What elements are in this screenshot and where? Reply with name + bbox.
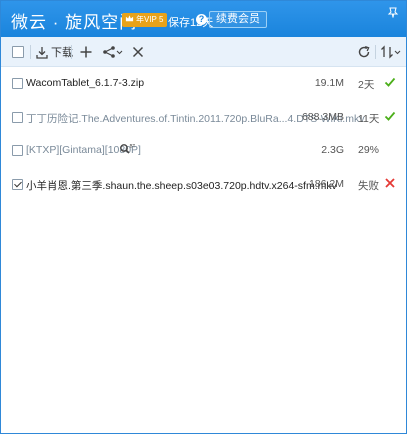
select-all-checkbox[interactable]: [12, 46, 24, 58]
file-checkbox[interactable]: [12, 145, 23, 156]
toolbar-divider: [71, 45, 72, 59]
share-icon[interactable]: [102, 45, 124, 59]
file-size: 2.3G: [321, 144, 344, 156]
app-window: 微云 · 旋风空间 年VIP 5 保存12天 ? 续费会员 下载 WacomTa…: [0, 0, 407, 434]
vip-badge-label: 年VIP 5: [136, 15, 164, 24]
download-label: 下载: [51, 47, 73, 59]
pin-icon[interactable]: [387, 6, 399, 18]
toolbar-divider: [30, 45, 31, 59]
file-row[interactable]: 丁丁历险记.The.Adventures.of.Tintin.2011.720p…: [1, 102, 406, 136]
delete-icon[interactable]: [131, 45, 145, 59]
file-row[interactable]: WacomTablet_6.1.7-3.zip 19.1M 2天: [1, 68, 406, 102]
download-icon: [36, 46, 48, 59]
check-icon: [384, 111, 396, 121]
renew-membership-button[interactable]: 续费会员: [209, 11, 267, 28]
file-status: 11天: [358, 113, 380, 125]
file-checkbox[interactable]: [12, 78, 23, 89]
file-status: 失败: [358, 180, 379, 192]
svg-text:BT: BT: [130, 144, 136, 150]
file-name: 小羊肖恩.第三季.shaun.the.sheep.s03e03.720p.hdt…: [26, 180, 337, 192]
file-size: 688.3MB: [301, 111, 344, 123]
file-size: 19.1M: [314, 77, 344, 89]
file-row[interactable]: [KTXP][Gintama][1080P] BT 2.3G 29%: [1, 135, 406, 169]
file-checkbox[interactable]: [12, 179, 23, 190]
cross-icon[interactable]: [384, 177, 396, 189]
bt-magnifier-icon[interactable]: BT: [119, 143, 135, 155]
refresh-icon[interactable]: [357, 45, 371, 59]
toolbar: 下载: [1, 37, 406, 67]
file-size: 186.2M: [308, 178, 344, 190]
crown-icon: [125, 15, 134, 22]
file-row[interactable]: 小羊肖恩.第三季.shaun.the.sheep.s03e03.720p.hdt…: [1, 169, 406, 203]
vip-badge[interactable]: 年VIP 5: [122, 13, 168, 27]
file-name: WacomTablet_6.1.7-3.zip: [26, 77, 145, 89]
app-title: 微云 · 旋风空间: [11, 13, 138, 32]
file-checkbox[interactable]: [12, 112, 23, 123]
title-bar: 微云 · 旋风空间 年VIP 5 保存12天 ? 续费会员: [1, 1, 406, 37]
download-button[interactable]: 下载: [36, 43, 73, 61]
sort-icon[interactable]: [380, 45, 402, 59]
file-status: 2天: [358, 79, 375, 91]
toolbar-divider: [375, 45, 376, 59]
help-icon[interactable]: ?: [196, 14, 207, 25]
check-icon: [384, 77, 396, 87]
file-progress: 29%: [358, 144, 380, 156]
add-icon[interactable]: [79, 45, 93, 59]
